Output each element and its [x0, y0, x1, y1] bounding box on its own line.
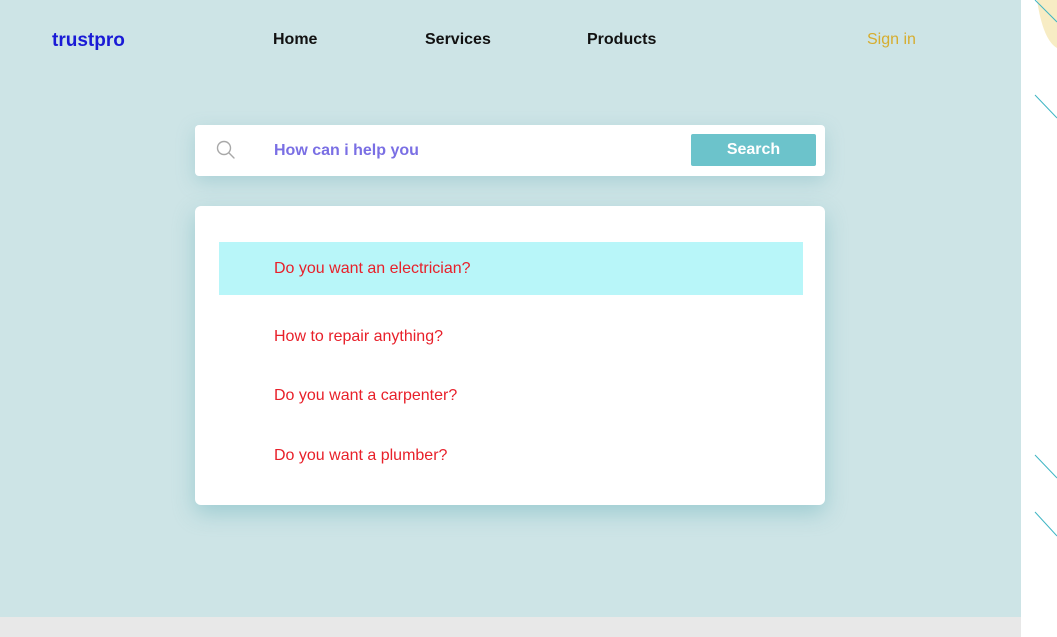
search-input[interactable]: [272, 137, 676, 165]
nav-home[interactable]: Home: [273, 31, 317, 49]
nav-products[interactable]: Products: [587, 31, 656, 49]
app-frame: trustpro Home Services Products Sign in …: [0, 0, 1021, 617]
suggestions-dropdown: Do you want an electrician? How to repai…: [195, 206, 825, 505]
sign-in-link[interactable]: Sign in: [867, 31, 916, 49]
search-icon: [216, 140, 236, 165]
brand-logo[interactable]: trustpro: [52, 30, 125, 52]
suggestion-electrician[interactable]: Do you want an electrician?: [219, 242, 803, 295]
suggestion-repair[interactable]: How to repair anything?: [219, 310, 803, 363]
search-button[interactable]: Search: [691, 134, 816, 166]
search-bar: Search: [195, 125, 825, 176]
suggestion-carpenter[interactable]: Do you want a carpenter?: [219, 369, 803, 422]
side-decoration: [1021, 0, 1057, 637]
nav-services[interactable]: Services: [425, 31, 491, 49]
suggestion-plumber[interactable]: Do you want a plumber?: [219, 429, 803, 482]
